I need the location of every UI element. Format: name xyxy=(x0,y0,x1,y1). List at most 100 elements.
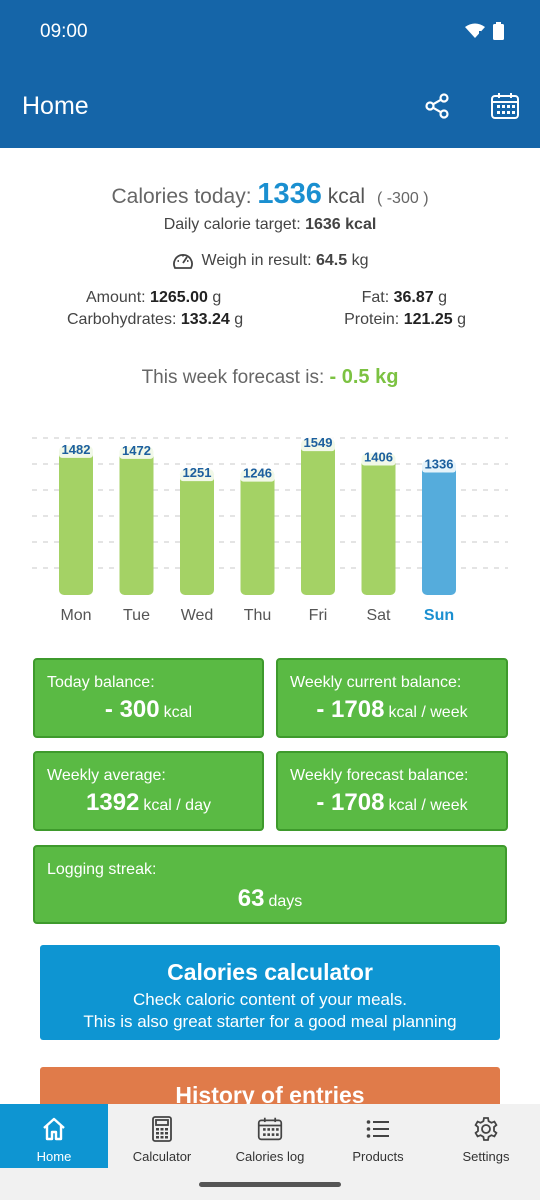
list-icon xyxy=(366,1120,389,1138)
logging-streak-label: Logging streak: xyxy=(47,861,157,878)
weekly-forecast-balance-card: Weekly forecast balance: - 1708 kcal / we… xyxy=(276,751,508,831)
calories-calculator-title: Calories calculator xyxy=(167,959,373,985)
app-bar: Home xyxy=(0,64,540,148)
weekly-current-balance-value: - 1708 xyxy=(316,696,385,723)
carbohydrates-unit: g xyxy=(234,311,244,328)
chart-bar-sat xyxy=(361,453,396,595)
chart-value-label-thu: 1246 xyxy=(243,466,272,481)
chart-category-label-thu: Thu xyxy=(244,607,272,624)
weekly-average-value: 1392 xyxy=(86,789,140,816)
weigh-in-unit: kg xyxy=(351,252,369,269)
chart-category-label-sun: Sun xyxy=(424,607,454,624)
gesture-home-indicator xyxy=(199,1182,341,1187)
nav-settings-label: Settings xyxy=(462,1149,510,1164)
weigh-in-value: 64.5 xyxy=(315,252,348,269)
home-icon xyxy=(43,1117,65,1141)
calories-calculator-description: Check caloric content of your meals. Thi… xyxy=(40,989,500,1033)
chart-bar-wed xyxy=(180,469,214,595)
amount-value: 1265.00 xyxy=(150,289,208,306)
protein-unit: g xyxy=(457,311,466,328)
nav-calculator[interactable]: Calculator xyxy=(108,1104,216,1168)
calories-today-label: Calories today: xyxy=(111,185,252,208)
today-balance-card: Today balance: - 300 kcal xyxy=(33,658,264,738)
weigh-in-label: Weigh in result: xyxy=(201,252,312,269)
calories-today-value: 1336 xyxy=(257,178,322,210)
protein-value: 121.25 xyxy=(403,311,453,328)
nav-products[interactable]: Products xyxy=(324,1104,432,1168)
weigh-in-result: Weigh in result: 64.5 kg xyxy=(0,250,540,272)
chart-value-label-tue: 1472 xyxy=(122,443,151,458)
fat-value: 36.87 xyxy=(393,289,434,306)
nav-settings[interactable]: Settings xyxy=(432,1104,540,1168)
amount-unit: g xyxy=(212,289,222,306)
chart-bar-fri xyxy=(301,439,335,595)
chart-bar-thu xyxy=(240,469,275,595)
calories-today-unit: kcal xyxy=(327,185,366,208)
page-title: Home xyxy=(22,92,89,120)
week-forecast: This week forecast is: - 0.5 kg xyxy=(0,366,540,389)
weekly-calories-chart: 1482 Mon 1472 Tue 1251 Wed 1246 Thu 1549 Fri 1406 S… xyxy=(0,420,540,630)
calories-calculator-line1: Check caloric content of your meals. xyxy=(132,990,407,1009)
carbohydrates-value: 133.24 xyxy=(180,311,230,328)
weekly-current-balance-label: Weekly current balance: xyxy=(290,674,462,691)
status-bar: 09:00 xyxy=(0,0,540,64)
calendar-icon xyxy=(491,93,519,119)
calories-today-delta: ( -300 ) xyxy=(376,190,429,207)
calories-calculator-line2: This is also great starter for a good me… xyxy=(83,1012,457,1031)
status-time: 09:00 xyxy=(40,21,88,42)
week-forecast-value: - 0.5 kg xyxy=(329,366,399,388)
scale-gauge-icon xyxy=(172,254,193,269)
logging-streak-unit: days xyxy=(268,893,303,910)
logging-streak-value: 63 xyxy=(237,885,265,912)
chart-value-label-sun: 1336 xyxy=(425,457,454,472)
chart-value-label-fri: 1549 xyxy=(304,435,333,450)
carbohydrates-label: Carbohydrates: xyxy=(67,311,177,328)
weekly-current-balance-unit: kcal / week xyxy=(388,704,468,721)
weekly-average-label: Weekly average: xyxy=(47,767,166,784)
daily-target-value: 1636 kcal xyxy=(305,216,377,233)
fat-stat: Fat: 36.87 g xyxy=(362,289,447,307)
weekly-forecast-balance-unit: kcal / week xyxy=(388,797,468,814)
chart-category-label-wed: Wed xyxy=(181,607,214,624)
calculator-icon xyxy=(152,1116,172,1142)
nav-calories-log[interactable]: Calories log xyxy=(216,1104,324,1168)
today-balance-unit: kcal xyxy=(163,704,193,721)
wifi-icon xyxy=(465,23,485,38)
amount-label: Amount: xyxy=(86,289,146,306)
today-balance-value: - 300 xyxy=(104,696,160,723)
chart-category-label-fri: Fri xyxy=(309,607,328,624)
weekly-average-card: Weekly average: 1392 kcal / day xyxy=(33,751,264,831)
weekly-forecast-balance-label: Weekly forecast balance: xyxy=(290,767,469,784)
nav-products-label: Products xyxy=(352,1149,404,1164)
nav-home[interactable]: Home xyxy=(0,1104,108,1168)
daily-target-label: Daily calorie target: xyxy=(163,216,301,233)
calories-today: Calories today: 1336 kcal ( -300 ) xyxy=(0,178,540,211)
carbohydrates-stat: Carbohydrates: 133.24 g xyxy=(67,311,243,329)
fat-unit: g xyxy=(438,289,447,306)
chart-category-label-sat: Sat xyxy=(366,607,391,624)
chart-value-label-wed: 1251 xyxy=(183,465,212,480)
daily-target: Daily calorie target: 1636 kcal xyxy=(0,216,540,234)
nav-calculator-label: Calculator xyxy=(132,1149,192,1164)
gear-icon xyxy=(474,1117,498,1141)
chart-value-label-sat: 1406 xyxy=(364,449,393,464)
today-balance-label: Today balance: xyxy=(47,674,155,691)
share-button[interactable] xyxy=(420,89,454,123)
calories-calculator-button[interactable]: Calories calculator Check caloric conten… xyxy=(40,945,500,1040)
share-icon xyxy=(425,93,449,119)
protein-stat: Protein: 121.25 g xyxy=(344,311,466,329)
nav-home-label: Home xyxy=(36,1149,72,1164)
chart-bar-sun xyxy=(422,460,456,595)
chart-category-label-mon: Mon xyxy=(60,607,91,624)
weekly-current-balance-card: Weekly current balance: - 1708 kcal / wee… xyxy=(276,658,508,738)
chart-value-label-mon: 1482 xyxy=(62,442,91,457)
week-forecast-label: This week forecast is: xyxy=(141,367,325,388)
protein-label: Protein: xyxy=(344,311,400,328)
calendar-button[interactable] xyxy=(488,89,522,123)
battery-icon xyxy=(493,22,504,40)
weekly-forecast-balance-value: - 1708 xyxy=(316,789,385,816)
chart-bar-mon xyxy=(59,445,93,595)
calendar-icon xyxy=(257,1117,283,1141)
weekly-calories-chart-svg: 1482 Mon 1472 Tue 1251 Wed 1246 Thu 1549 Fri 1406 S… xyxy=(32,435,508,624)
chart-category-label-tue: Tue xyxy=(123,607,150,624)
